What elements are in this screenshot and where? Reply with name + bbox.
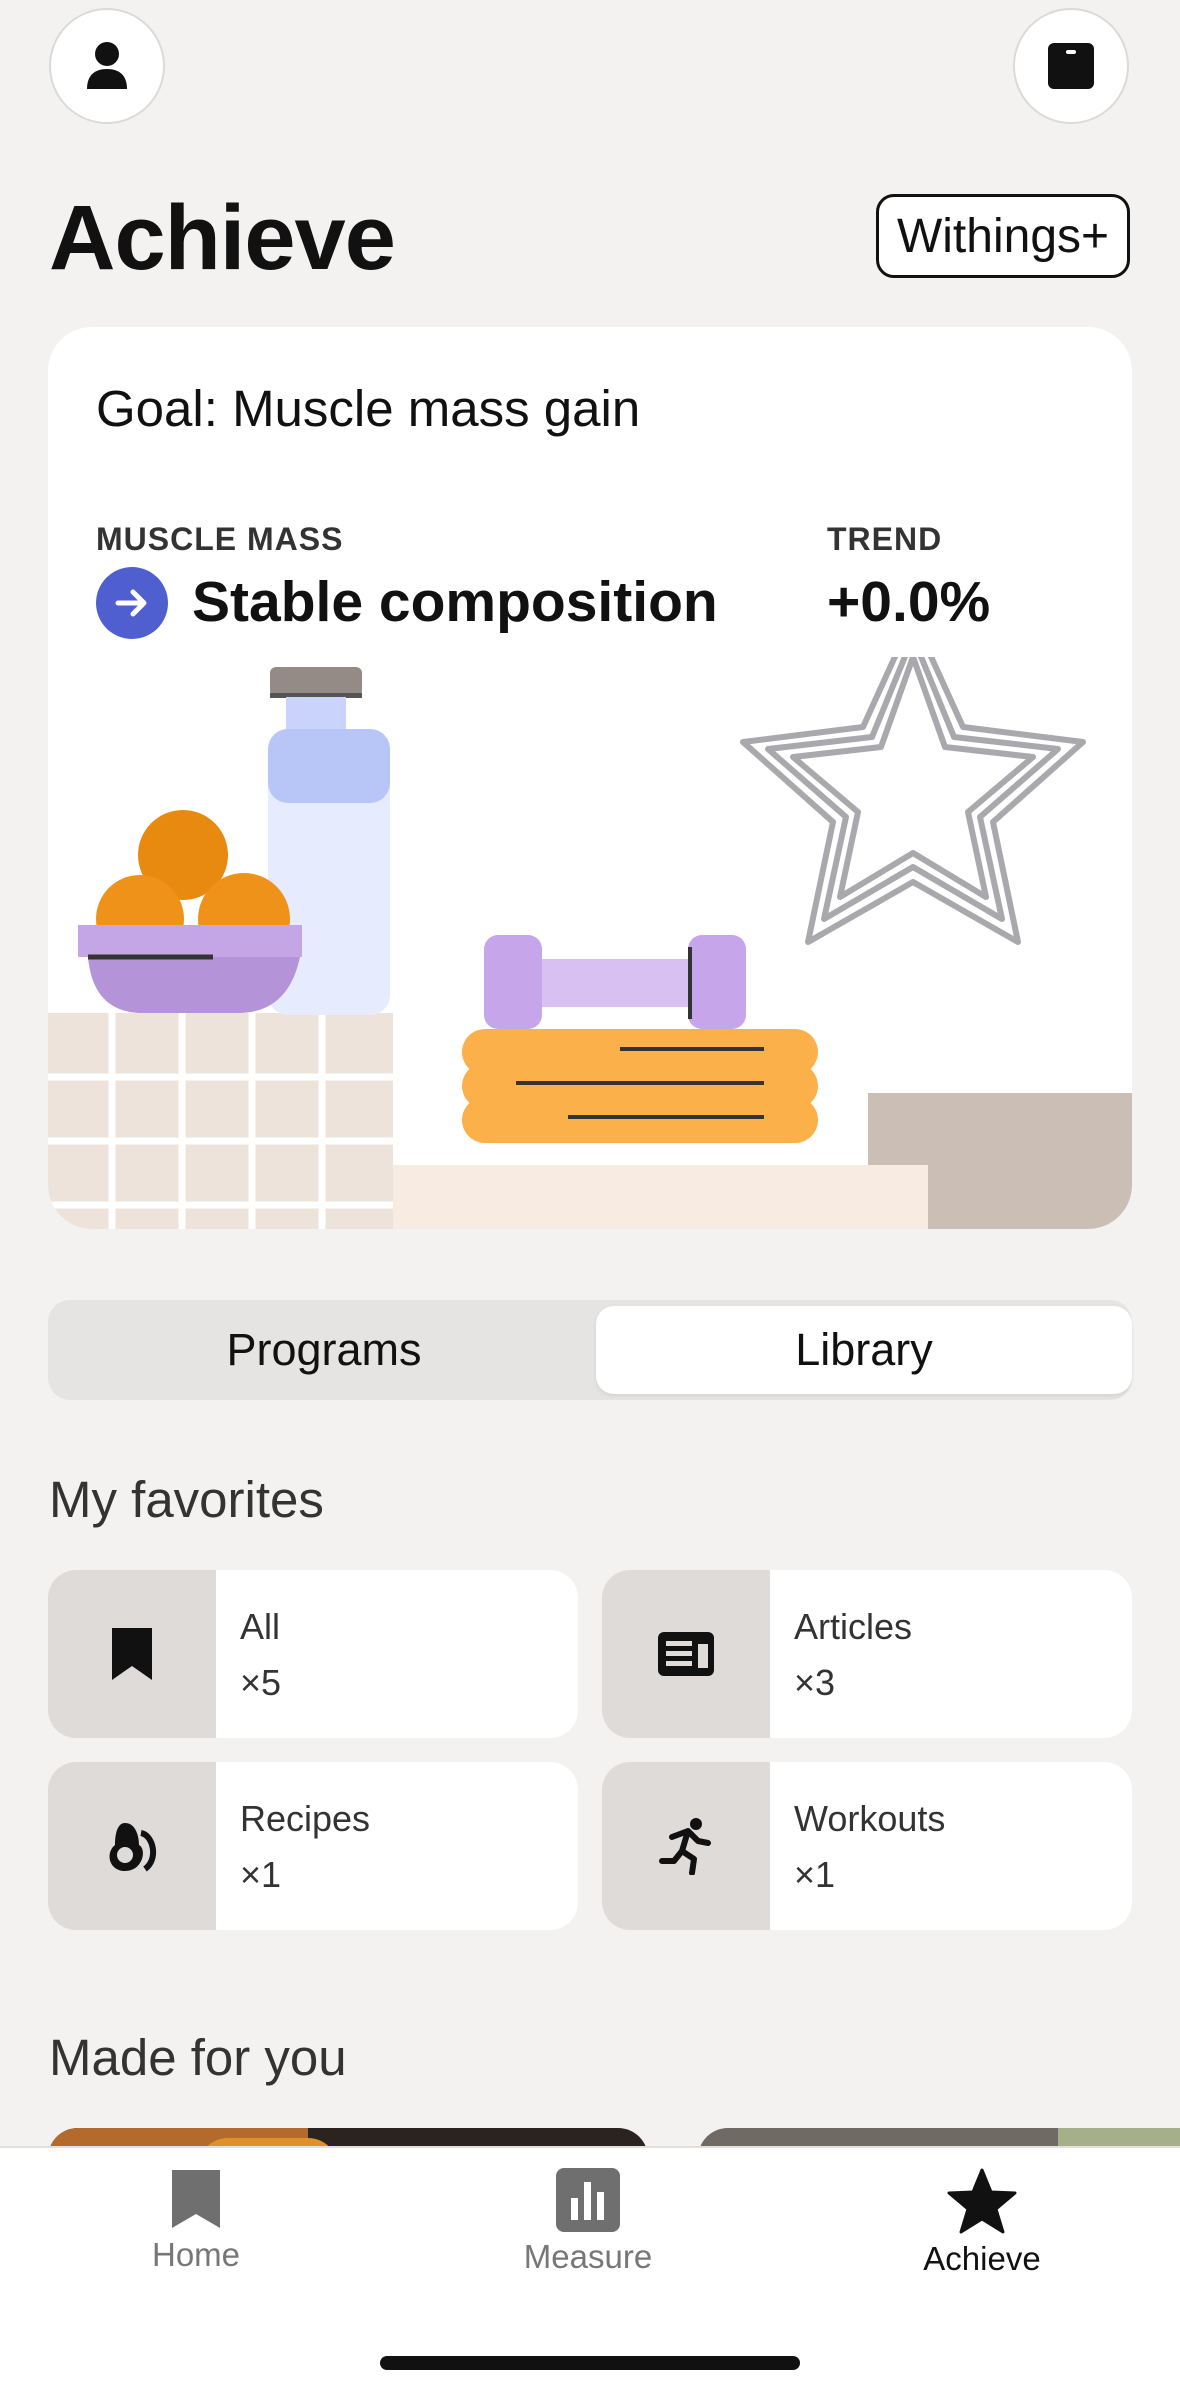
favorite-workouts[interactable]: Workouts ×1 [602,1762,1132,1930]
favorite-recipes[interactable]: Recipes ×1 [48,1762,578,1930]
favorite-articles[interactable]: Articles ×3 [602,1570,1132,1738]
goal-illustration [48,657,1132,1229]
home-icon [172,2170,220,2228]
page-title: Achieve [49,187,396,289]
programs-library-segment: Programs Library [48,1300,1132,1400]
running-icon [602,1762,770,1930]
goal-title: Goal: Muscle mass gain [96,380,641,437]
tab-programs[interactable]: Programs [56,1306,592,1394]
goal-card[interactable]: Goal: Muscle mass gain MUSCLE MASS Stabl… [48,327,1132,1229]
favorite-label: Workouts [794,1798,946,1839]
favorite-all[interactable]: All ×5 [48,1570,578,1738]
scale-icon [1048,43,1094,89]
profile-button[interactable] [49,8,165,124]
withings-plus-button[interactable]: Withings+ [876,194,1130,278]
star-icon [947,2168,1017,2234]
article-icon [602,1570,770,1738]
favorite-count: ×5 [240,1662,282,1703]
favorites-title: My favorites [49,1471,324,1528]
trend-label: TREND [827,521,943,557]
favorite-count: ×1 [240,1854,282,1895]
arrow-right-icon [96,567,168,639]
made-for-you-title: Made for you [49,2029,347,2086]
tab-home[interactable]: Home [66,2168,326,2308]
chart-icon [556,2168,620,2232]
bookmark-icon [48,1570,216,1738]
favorite-count: ×1 [794,1854,836,1895]
muscle-mass-label: MUSCLE MASS [96,521,344,557]
person-icon [87,42,127,89]
favorite-label: Recipes [240,1798,371,1839]
favorite-label: All [240,1606,281,1647]
home-indicator [380,2356,800,2370]
favorite-count: ×3 [794,1662,836,1703]
tab-label: Measure [523,2238,653,2275]
device-button[interactable] [1013,8,1129,124]
tab-label: Achieve [923,2240,1041,2277]
tab-label: Home [151,2236,241,2273]
tab-library[interactable]: Library [596,1306,1132,1394]
tab-measure[interactable]: Measure [458,2168,718,2308]
favorite-label: Articles [794,1606,913,1647]
trend-value: +0.0% [827,570,991,634]
metric-value: Stable composition [192,570,718,634]
tab-achieve[interactable]: Achieve [852,2168,1112,2308]
avocado-icon [48,1762,216,1930]
